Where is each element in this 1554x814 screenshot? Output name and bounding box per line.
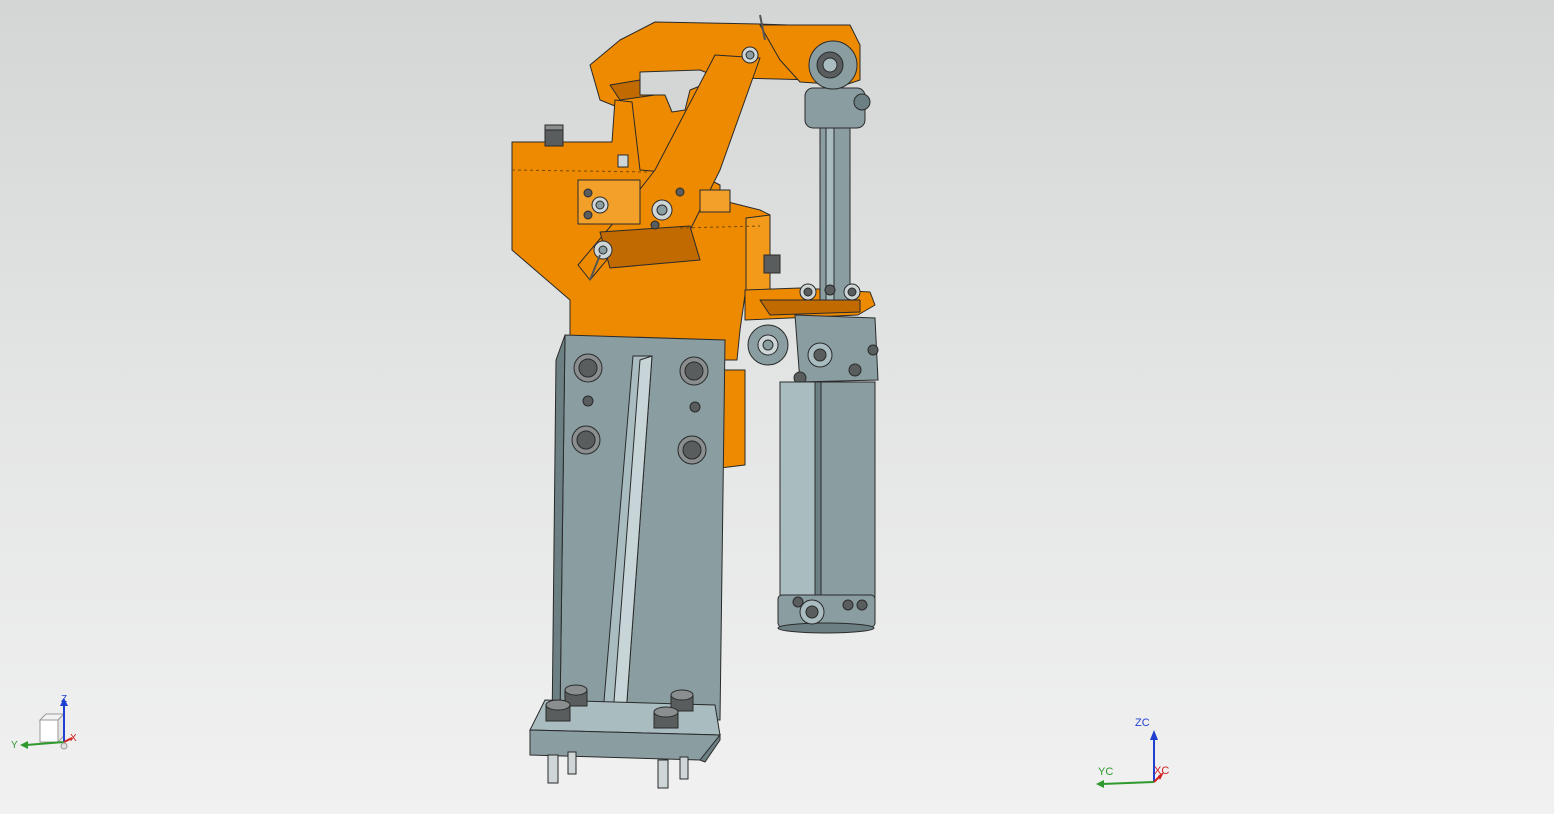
wcs-triad-z-label: ZC (1135, 717, 1150, 729)
view-triad-graphic (20, 698, 73, 750)
base-mounting-block[interactable] (529, 334, 726, 763)
wcs-triad[interactable]: ZC YC XC (1090, 712, 1180, 792)
view-triad-x-label: X (70, 733, 77, 744)
wcs-triad-x-label: XC (1154, 765, 1170, 777)
cad-model-clamp-assembly[interactable] (0, 0, 1554, 814)
view-triad-z-label: Z (61, 694, 68, 705)
view-triad-y-label: Y (11, 740, 18, 751)
view-orientation-triad[interactable]: Z Y X (8, 690, 88, 760)
graphics-viewport[interactable]: Z Y X ZC YC XC (0, 0, 1554, 814)
pneumatic-cylinder[interactable] (747, 40, 879, 634)
wcs-triad-y-label: YC (1098, 766, 1114, 778)
